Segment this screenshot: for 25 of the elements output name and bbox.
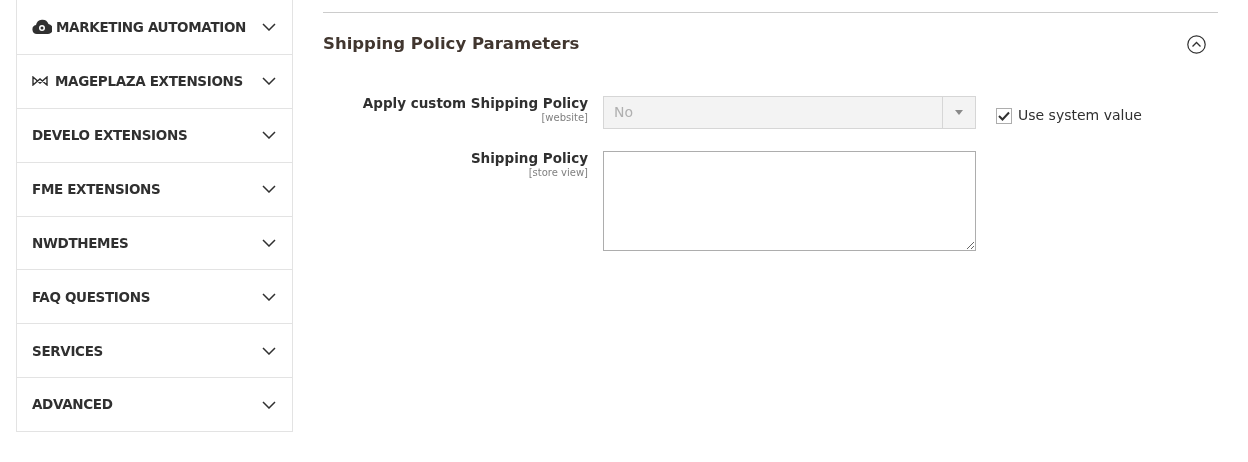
field-label: Shipping Policy bbox=[469, 152, 588, 166]
chevron-icon bbox=[262, 400, 276, 409]
sidebar-tab[interactable]: MARKETING AUTOMATION bbox=[17, 0, 292, 54]
sidebar-tab[interactable]: FME EXTENSIONS bbox=[17, 161, 292, 216]
collapse-icon[interactable] bbox=[1187, 35, 1206, 54]
chevron-icon bbox=[262, 22, 276, 31]
chevron-icon bbox=[262, 238, 276, 247]
bowtie-icon bbox=[32, 76, 48, 87]
field-label: Apply custom Shipping Policy bbox=[361, 97, 588, 111]
sidebar-tab[interactable]: NWDTHEMES bbox=[17, 215, 292, 270]
chevron-icon bbox=[262, 292, 276, 301]
sidebar-tab[interactable]: DEVELO EXTENSIONS bbox=[17, 107, 292, 162]
section-title: Shipping Policy Parameters bbox=[323, 33, 580, 56]
chevron-icon bbox=[262, 185, 276, 194]
cloud-icon bbox=[32, 18, 52, 35]
chevron-icon bbox=[262, 77, 276, 86]
sidebar-tab[interactable]: MAGEPLAZA EXTENSIONS bbox=[17, 53, 292, 108]
sidebar-tab[interactable]: FAQ QUESTIONS bbox=[17, 269, 292, 324]
sidebar-tab[interactable]: ADVANCED bbox=[17, 377, 292, 431]
dropdown-arrow-icon bbox=[955, 110, 963, 115]
scope-label: [website] bbox=[540, 112, 588, 123]
chevron-icon bbox=[262, 131, 276, 140]
scope-label: [store view] bbox=[527, 167, 588, 178]
sidebar-tab[interactable]: SERVICES bbox=[17, 323, 292, 378]
chevron-icon bbox=[262, 346, 276, 355]
